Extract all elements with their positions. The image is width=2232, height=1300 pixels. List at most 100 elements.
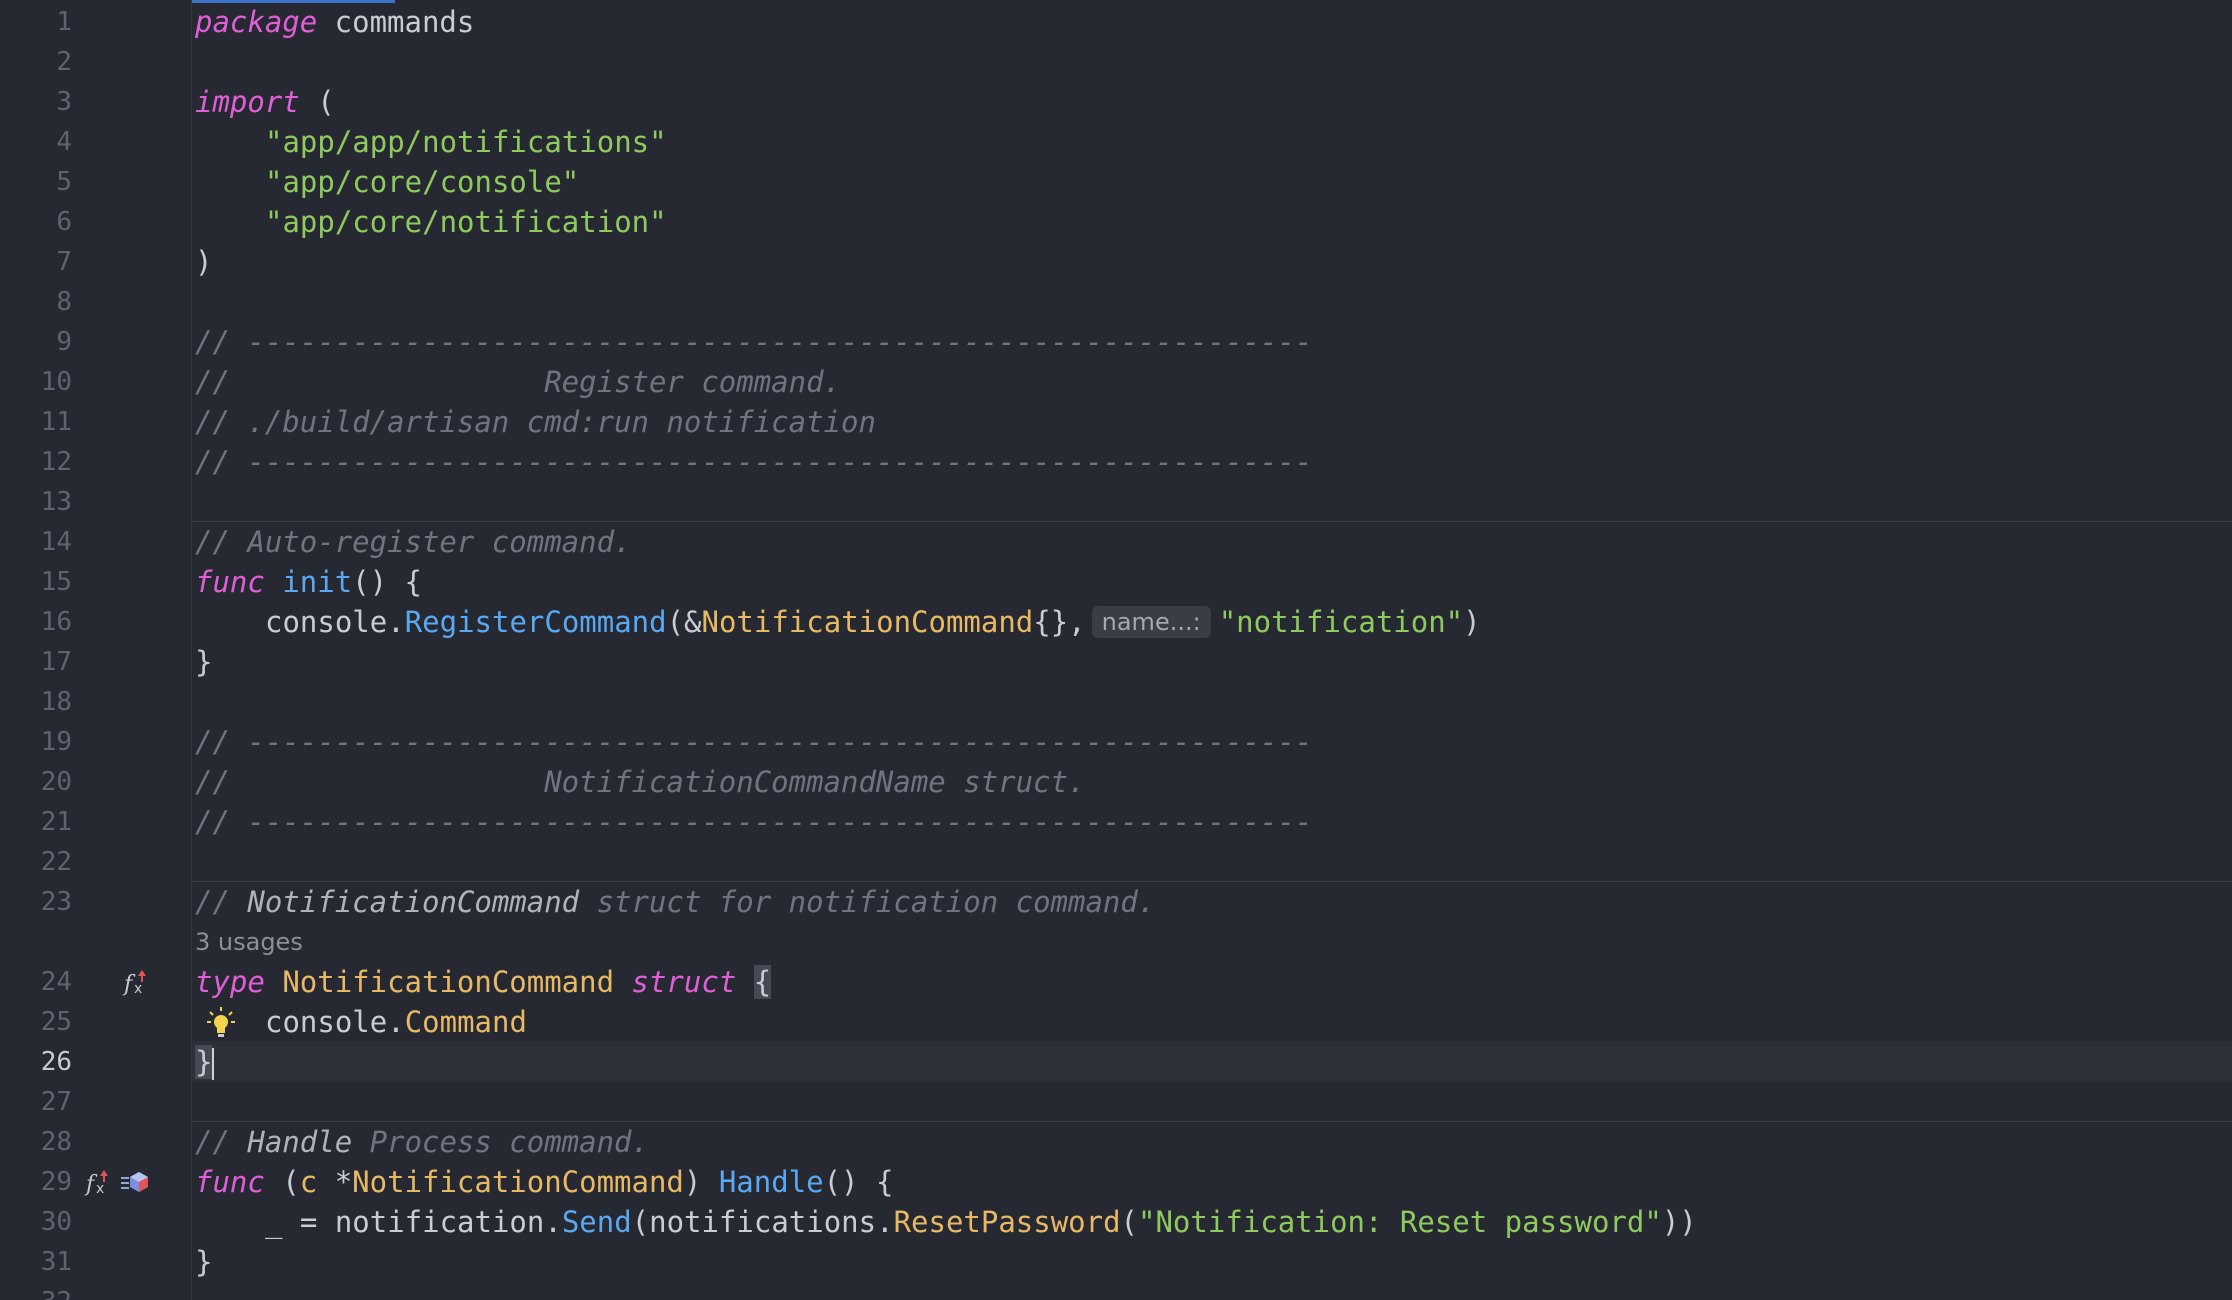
keyword: func xyxy=(195,565,265,599)
line-number[interactable]: 14 xyxy=(0,522,72,562)
line-number[interactable]: 5 xyxy=(0,162,72,202)
identifier: console. xyxy=(265,1005,405,1039)
string-literal: "app/core/console" xyxy=(265,165,580,199)
comment-reference[interactable]: NotificationCommand xyxy=(247,885,579,919)
line-number[interactable]: 29 xyxy=(0,1162,72,1202)
comment: // Auto-register command. xyxy=(195,525,632,559)
code-line[interactable]: "app/core/console" xyxy=(265,162,579,202)
comment: // -------------------------------------… xyxy=(195,805,1313,839)
code-editor[interactable]: 1 2 3 4 5 6 7 8 9 10 11 12 13 14 15 16 1… xyxy=(0,0,2232,1300)
receiver-param: c xyxy=(299,1165,318,1199)
comment: struct for notification command. xyxy=(579,885,1156,919)
code-line[interactable]: // -------------------------------------… xyxy=(195,442,1312,482)
code-line[interactable]: // Handle Process command. xyxy=(195,1122,649,1162)
line-number[interactable]: 20 xyxy=(0,762,72,802)
line-number[interactable]: 27 xyxy=(0,1082,72,1122)
editor-gutter[interactable]: 1 2 3 4 5 6 7 8 9 10 11 12 13 14 15 16 1… xyxy=(0,0,191,1300)
code-line[interactable]: // ./build/artisan cmd:run notification xyxy=(195,402,876,442)
comment-reference[interactable]: Handle xyxy=(247,1125,352,1159)
identifier: commands xyxy=(317,5,475,39)
punctuation: )) xyxy=(1661,1205,1697,1239)
line-number[interactable]: 10 xyxy=(0,362,72,402)
code-line[interactable]: import ( xyxy=(195,82,335,122)
line-number[interactable]: 28 xyxy=(0,1122,72,1162)
code-line[interactable]: "app/core/notification" xyxy=(265,202,667,242)
code-line[interactable]: "app/app/notifications" xyxy=(265,122,667,162)
function-name: init xyxy=(282,565,353,599)
punctuation: * xyxy=(317,1165,353,1199)
line-number[interactable]: 23 xyxy=(0,882,72,922)
line-number[interactable]: 21 xyxy=(0,802,72,842)
keyword: struct xyxy=(631,965,737,999)
lightbulb-intention-icon[interactable] xyxy=(206,1002,236,1042)
keyword: func xyxy=(195,1165,265,1199)
code-line[interactable]: package commands xyxy=(195,2,474,42)
code-line[interactable]: ) xyxy=(195,242,212,282)
code-line[interactable]: _ = notification.Send(notifications.Rese… xyxy=(265,1202,1697,1242)
gutter-divider xyxy=(191,0,192,1300)
line-number[interactable]: 24 xyxy=(0,962,72,1002)
parameter-hint[interactable]: name...: xyxy=(1091,606,1211,638)
comment: // Register command. xyxy=(195,365,842,399)
code-line[interactable]: } xyxy=(195,1242,212,1282)
function-name: Handle xyxy=(718,1165,824,1199)
line-number[interactable]: 15 xyxy=(0,562,72,602)
punctuation: () { xyxy=(352,565,422,599)
line-number[interactable]: 7 xyxy=(0,242,72,282)
comment: // xyxy=(195,1125,248,1159)
code-line[interactable]: // -------------------------------------… xyxy=(195,802,1312,842)
identifier: console. xyxy=(265,605,405,639)
code-line[interactable]: // NotificationCommand struct for notifi… xyxy=(195,882,1155,922)
implemented-method-icon[interactable] xyxy=(120,1162,152,1202)
line-number[interactable]: 9 xyxy=(0,322,72,362)
line-number[interactable]: 6 xyxy=(0,202,72,242)
line-number[interactable]: 19 xyxy=(0,722,72,762)
line-number[interactable]: 8 xyxy=(0,282,72,322)
code-line[interactable]: console.Command xyxy=(265,1002,527,1042)
line-number[interactable]: 3 xyxy=(0,82,72,122)
code-line[interactable]: console.RegisterCommand(&NotificationCom… xyxy=(265,602,1481,642)
code-line[interactable]: } xyxy=(195,642,212,682)
line-number[interactable]: 25 xyxy=(0,1002,72,1042)
line-number[interactable]: 22 xyxy=(0,842,72,882)
line-number[interactable]: 4 xyxy=(0,122,72,162)
type-name: NotificationCommand xyxy=(701,605,1034,639)
line-number[interactable]: 31 xyxy=(0,1242,72,1282)
code-line[interactable]: func init() { xyxy=(195,562,422,602)
svg-text:x: x xyxy=(96,1181,104,1197)
code-line[interactable]: type NotificationCommand struct { xyxy=(195,962,772,1002)
punctuation: () { xyxy=(823,1165,894,1199)
keyword: package xyxy=(195,5,318,39)
punctuation: {}, xyxy=(1033,605,1086,639)
current-line-highlight xyxy=(0,1041,2232,1081)
line-number[interactable]: 13 xyxy=(0,482,72,522)
implements-method-icon[interactable]: f x xyxy=(84,1162,114,1202)
line-number[interactable]: 11 xyxy=(0,402,72,442)
line-number[interactable]: 32 xyxy=(0,1282,72,1300)
comment: // -------------------------------------… xyxy=(195,725,1313,759)
code-line[interactable]: // NotificationCommandName struct. xyxy=(195,762,1085,802)
text-caret xyxy=(212,1048,215,1080)
line-number[interactable]: 16 xyxy=(0,602,72,642)
punctuation: ( xyxy=(264,1165,300,1199)
punctuation: ( xyxy=(1120,1205,1139,1239)
code-line[interactable]: // -------------------------------------… xyxy=(195,322,1312,362)
code-line-current[interactable]: } xyxy=(195,1042,215,1082)
punctuation: ) xyxy=(195,245,213,279)
implemented-interface-icon[interactable]: f x xyxy=(122,962,152,1002)
line-number[interactable]: 30 xyxy=(0,1202,72,1242)
line-number[interactable]: 17 xyxy=(0,642,72,682)
code-line[interactable]: // Register command. xyxy=(195,362,841,402)
code-line[interactable]: func (c *NotificationCommand) Handle() { xyxy=(195,1162,893,1202)
usages-link[interactable]: 3 usages xyxy=(195,922,303,962)
code-line[interactable]: // -------------------------------------… xyxy=(195,722,1312,762)
code-line[interactable]: // Auto-register command. xyxy=(195,522,632,562)
line-number[interactable]: 1 xyxy=(0,2,72,42)
line-number[interactable]: 12 xyxy=(0,442,72,482)
line-number[interactable]: 2 xyxy=(0,42,72,82)
matching-brace: } xyxy=(195,1045,213,1079)
string-literal: "app/core/notification" xyxy=(265,205,667,239)
line-number-current[interactable]: 26 xyxy=(0,1042,72,1082)
line-number[interactable]: 18 xyxy=(0,682,72,722)
punctuation: ( xyxy=(299,85,335,119)
